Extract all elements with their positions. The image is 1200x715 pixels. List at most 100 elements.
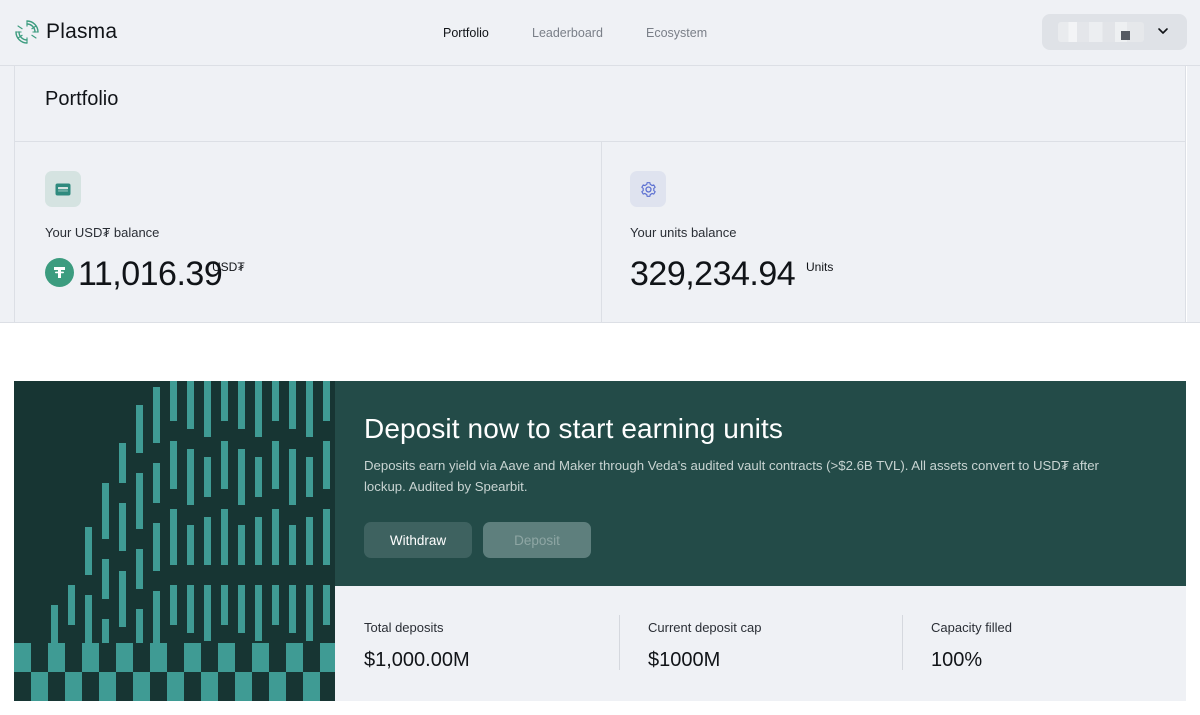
stat-deposit-cap: Current deposit cap $1000M <box>648 620 761 672</box>
decor-bar <box>153 591 160 643</box>
decor-bar <box>153 463 160 503</box>
gear-icon <box>630 171 666 207</box>
decor-bar <box>204 517 211 565</box>
decor-bar <box>323 441 330 489</box>
decor-bar <box>323 585 330 625</box>
divider <box>601 141 602 323</box>
units-balance-label: Your units balance <box>630 225 737 240</box>
decor-bar <box>170 585 177 625</box>
decor-bar <box>102 559 109 599</box>
stat-total-deposits: Total deposits $1,000.00M <box>364 620 470 672</box>
decor-checker <box>82 643 99 672</box>
banner-description: Deposits earn yield via Aave and Maker t… <box>364 458 1099 494</box>
decor-bar <box>68 585 75 625</box>
divider <box>0 322 1200 323</box>
decor-bar <box>136 549 143 589</box>
decor-bar <box>187 449 194 505</box>
divider <box>902 615 903 670</box>
main-nav: Portfolio Leaderboard Ecosystem <box>0 0 1200 66</box>
deposit-banner: Deposit now to start earning units Depos… <box>14 381 1186 701</box>
decor-bar <box>272 381 279 421</box>
decor-bar <box>221 381 228 421</box>
decor-bar <box>272 585 279 625</box>
decor-bar <box>170 381 177 421</box>
decor-bar <box>272 509 279 565</box>
decor-bar <box>306 457 313 497</box>
decor-checker <box>235 672 252 701</box>
decor-bar <box>102 619 109 643</box>
divider <box>619 615 620 670</box>
decor-bar <box>255 517 262 565</box>
units-unit: Units <box>806 260 834 274</box>
decor-bar <box>323 509 330 565</box>
decor-bar <box>289 381 296 429</box>
decor-bar <box>204 585 211 641</box>
decor-checker <box>286 643 303 672</box>
decor-bar <box>119 503 126 551</box>
decor-checker <box>218 643 235 672</box>
stat-label: Total deposits <box>364 620 444 635</box>
wallet-icon <box>45 171 81 207</box>
decor-bar <box>255 585 262 641</box>
usdt-balance-value: 11,016.39 <box>78 255 223 293</box>
decor-checker <box>269 672 286 701</box>
divider <box>15 141 1185 142</box>
decor-bar <box>119 571 126 627</box>
decor-checker <box>303 672 320 701</box>
redaction-pixel <box>1121 31 1130 40</box>
decor-bar <box>238 381 245 429</box>
deposit-stats: Total deposits $1,000.00M Current deposi… <box>335 586 1186 701</box>
decor-bar <box>306 381 313 437</box>
decor-bar <box>289 585 296 633</box>
decor-bar <box>187 585 194 633</box>
page-bottom <box>0 701 1200 715</box>
deposit-button[interactable]: Deposit <box>483 522 591 558</box>
decor-checker <box>65 672 82 701</box>
decor-bar <box>204 381 211 437</box>
units-balance-value: 329,234.94 <box>630 255 796 293</box>
banner-title: Deposit now to start earning units <box>364 413 783 444</box>
decor-bar <box>306 517 313 565</box>
deposit-cta-section: Deposit now to start earning units Depos… <box>335 381 1186 586</box>
page-title: Portfolio <box>45 88 119 110</box>
nav-portfolio[interactable]: Portfolio <box>443 26 489 40</box>
decor-bar <box>238 525 245 565</box>
stat-value: $1000M <box>648 649 721 671</box>
decor-checker <box>201 672 218 701</box>
usdt-balance-label: Your USD₮ balance <box>45 225 160 240</box>
decor-bar <box>136 405 143 453</box>
decor-checker <box>150 643 167 672</box>
decor-bar <box>85 595 92 643</box>
decor-bar <box>238 585 245 633</box>
decor-checker <box>184 643 201 672</box>
decor-bar <box>255 457 262 497</box>
decor-checker <box>252 643 269 672</box>
stat-capacity-filled: Capacity filled 100% <box>931 620 1012 672</box>
decor-bar <box>102 483 109 539</box>
decor-bar <box>289 525 296 565</box>
nav-ecosystem[interactable]: Ecosystem <box>646 26 707 40</box>
stat-value: $1,000.00M <box>364 649 470 671</box>
decor-checker <box>167 672 184 701</box>
withdraw-button[interactable]: Withdraw <box>364 522 472 558</box>
wallet-account-button[interactable] <box>1042 14 1187 50</box>
tether-coin-icon <box>45 258 74 287</box>
page-margin-left <box>0 66 14 323</box>
decor-bar <box>187 381 194 429</box>
decor-bar <box>221 441 228 489</box>
decor-bar <box>221 585 228 625</box>
decor-bar <box>272 441 279 489</box>
decor-bar <box>170 441 177 489</box>
decor-checker <box>48 643 65 672</box>
nav-leaderboard[interactable]: Leaderboard <box>532 26 603 40</box>
usdt-unit: USD₮ <box>212 260 245 274</box>
decor-bar <box>306 585 313 641</box>
page-margin-right <box>1187 66 1200 323</box>
wallet-address-redacted <box>1058 22 1144 42</box>
decor-bar <box>255 381 262 437</box>
decor-bar <box>119 443 126 483</box>
chevron-down-icon <box>1158 28 1168 34</box>
decor-checker <box>133 672 150 701</box>
decor-bar <box>153 523 160 571</box>
decor-bar <box>238 449 245 505</box>
